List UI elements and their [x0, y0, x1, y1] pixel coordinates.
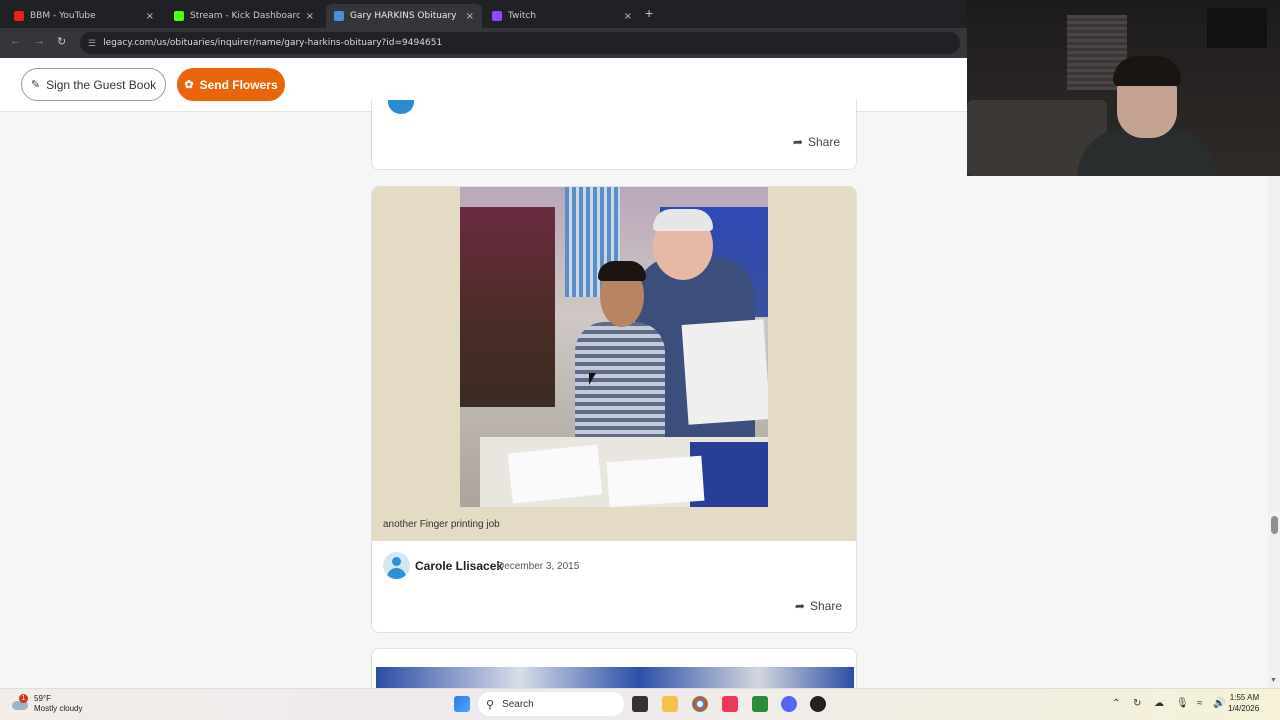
- weather-cloud-icon: 1: [12, 694, 30, 711]
- share-button[interactable]: ➦ Share: [793, 135, 840, 149]
- share-button[interactable]: ➦ Share: [795, 599, 842, 613]
- url-bar[interactable]: ☰ legacy.com/us/obituaries/inquirer/name…: [80, 32, 960, 54]
- weather-description: Mostly cloudy: [34, 704, 83, 713]
- clock-date: 1/4/2026: [1228, 704, 1260, 713]
- tab-title: Twitch: [508, 11, 537, 21]
- photo-area: another Finger printing job: [372, 187, 856, 541]
- legacy-icon: [334, 11, 344, 21]
- flower-icon: ✿: [184, 79, 194, 91]
- chrome-icon[interactable]: [692, 696, 708, 712]
- site-info-icon[interactable]: ☰: [88, 38, 96, 49]
- weather-widget[interactable]: 1 59°F Mostly cloudy: [12, 694, 82, 714]
- back-icon[interactable]: ←: [10, 35, 21, 47]
- task-view-icon[interactable]: [632, 696, 648, 712]
- forward-icon[interactable]: →: [34, 35, 45, 47]
- photo-fingerprint-card: [681, 319, 768, 425]
- guestbook-photo-card: another Finger printing job Carole Llisa…: [371, 186, 857, 633]
- avatar: [388, 100, 414, 114]
- sign-guest-book-label: Sign the Guest Book: [46, 77, 157, 92]
- share-icon: ➦: [792, 135, 803, 149]
- close-icon[interactable]: ×: [146, 11, 154, 22]
- photo-child: [575, 322, 665, 452]
- guestbook-entry-card: ➦ Share: [371, 100, 857, 170]
- twitch-icon: [492, 11, 502, 21]
- photo-officer-hair: [653, 209, 713, 231]
- avatar-shoulders: [387, 568, 406, 579]
- obs-icon[interactable]: [810, 696, 826, 712]
- photo-child-hair: [598, 261, 646, 281]
- sync-icon[interactable]: ↻: [1133, 698, 1141, 709]
- share-label: Share: [809, 599, 842, 613]
- mouse-cursor-icon: [589, 373, 596, 385]
- avatar-head: [392, 557, 401, 566]
- taskbar-search-label: Search: [502, 698, 534, 710]
- close-icon[interactable]: ×: [306, 11, 314, 22]
- share-icon: ➦: [794, 599, 805, 613]
- system-clock[interactable]: 1:55 AM 1/4/2026: [1228, 692, 1259, 714]
- send-flowers-label: Send Flowers: [199, 77, 278, 92]
- guestbook-photo[interactable]: [460, 187, 768, 507]
- address-bar-row: ← → ↻ ☰ legacy.com/us/obituaries/inquire…: [0, 28, 967, 58]
- clock-time: 1:55 AM: [1229, 693, 1260, 702]
- search-icon: ⚲: [486, 698, 495, 711]
- new-tab-button[interactable]: +: [645, 5, 653, 21]
- scroll-down-arrow-icon[interactable]: ▼: [1270, 677, 1277, 684]
- tab-title: Gary HARKINS Obituary (2015): [350, 11, 460, 21]
- close-icon[interactable]: ×: [466, 11, 474, 22]
- wall-tv: [1207, 8, 1267, 48]
- share-label: Share: [807, 135, 840, 149]
- sign-guest-book-button[interactable]: ✎ Sign the Guest Book: [21, 68, 166, 101]
- photo-form: [507, 444, 603, 504]
- discord-icon[interactable]: [781, 696, 797, 712]
- windows-start-icon[interactable]: [454, 696, 470, 712]
- microphone-icon[interactable]: 🎙: [1176, 698, 1189, 709]
- tab-obituary[interactable]: Gary HARKINS Obituary (2015) ×: [326, 4, 482, 28]
- author-name: Carole Llisacek: [415, 559, 504, 573]
- xbox-icon[interactable]: [752, 696, 768, 712]
- photo-form: [606, 455, 705, 507]
- photo-caption: another Finger printing job: [383, 519, 500, 530]
- avatar: [383, 552, 410, 579]
- wifi-icon[interactable]: ≈: [1197, 698, 1203, 709]
- webcam-overlay: [967, 0, 1280, 176]
- tab-twitch[interactable]: Twitch ×: [484, 4, 640, 28]
- scrollbar-thumb[interactable]: [1271, 516, 1278, 534]
- entry-meta: Carole Llisacek December 3, 2015 ➦ Share: [372, 541, 856, 632]
- volume-icon[interactable]: 🔊: [1213, 698, 1225, 709]
- photo-display-case: [460, 207, 555, 407]
- tab-title: BBM - YouTube: [30, 11, 96, 21]
- kick-icon: [174, 11, 184, 21]
- close-icon[interactable]: ×: [624, 11, 632, 22]
- send-flowers-button[interactable]: ✿ Send Flowers: [177, 68, 285, 101]
- entry-date: December 3, 2015: [497, 561, 580, 572]
- music-app-icon[interactable]: [722, 696, 738, 712]
- url-text: legacy.com/us/obituaries/inquirer/name/g…: [103, 38, 443, 48]
- onedrive-icon[interactable]: ☁: [1154, 698, 1164, 709]
- streamer-hair: [1113, 56, 1181, 86]
- weather-temperature: 59°F: [34, 694, 51, 703]
- file-explorer-icon[interactable]: [662, 696, 678, 712]
- notification-badge: 1: [19, 694, 28, 703]
- show-hidden-icons-icon[interactable]: ⌃: [1112, 698, 1120, 709]
- page-scrollbar[interactable]: [1268, 176, 1280, 688]
- reload-icon[interactable]: ↻: [57, 35, 66, 48]
- tab-title: Stream - Kick Dashboard: [190, 11, 300, 21]
- tab-youtube[interactable]: BBM - YouTube ×: [6, 4, 162, 28]
- youtube-icon: [14, 11, 24, 21]
- tab-kick[interactable]: Stream - Kick Dashboard ×: [166, 4, 322, 28]
- pencil-icon: ✎: [30, 79, 41, 91]
- taskbar-search[interactable]: ⚲ Search: [478, 692, 624, 716]
